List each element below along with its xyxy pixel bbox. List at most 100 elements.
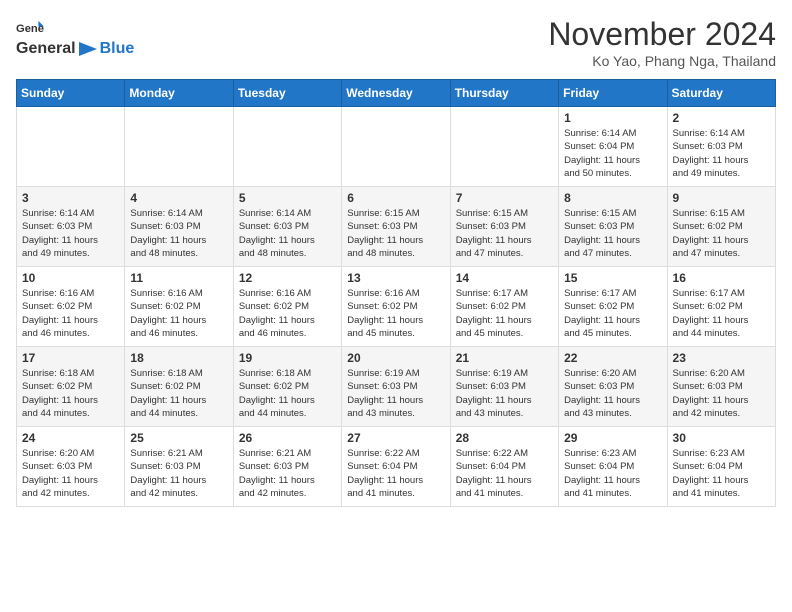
calendar-cell: 11Sunrise: 6:16 AM Sunset: 6:02 PM Dayli… (125, 267, 233, 347)
calendar-cell: 7 Sunrise: 6:15 AM Sunset: 6:03 PM Daylig… (450, 187, 558, 267)
day-number: 5 (239, 191, 336, 205)
calendar-week-row: 1 Sunrise: 6:14 AM Sunset: 6:04 PM Daylig… (17, 107, 776, 187)
calendar-week-row: 3 Sunrise: 6:14 AM Sunset: 6:03 PM Daylig… (17, 187, 776, 267)
day-info: Sunrise: 6:14 AM Sunset: 6:03 PM Dayligh… (239, 207, 336, 260)
day-info: Sunrise: 6:21 AM Sunset: 6:03 PM Dayligh… (239, 447, 336, 500)
day-info: Sunrise: 6:15 AM Sunset: 6:03 PM Dayligh… (347, 207, 444, 260)
weekday-header: Wednesday (342, 80, 450, 107)
day-info: Sunrise: 6:17 AM Sunset: 6:02 PM Dayligh… (564, 287, 661, 340)
day-info: Sunrise: 6:17 AM Sunset: 6:02 PM Dayligh… (456, 287, 553, 340)
calendar-cell: 6 Sunrise: 6:15 AM Sunset: 6:03 PM Daylig… (342, 187, 450, 267)
day-number: 3 (22, 191, 119, 205)
day-info: Sunrise: 6:18 AM Sunset: 6:02 PM Dayligh… (22, 367, 119, 420)
day-info: Sunrise: 6:15 AM Sunset: 6:03 PM Dayligh… (456, 207, 553, 260)
calendar-cell (342, 107, 450, 187)
day-number: 25 (130, 431, 227, 445)
calendar-cell: 26 Sunrise: 6:21 AM Sunset: 6:03 PM Dayli… (233, 427, 341, 507)
day-number: 9 (673, 191, 770, 205)
calendar-table: SundayMondayTuesdayWednesdayThursdayFrid… (16, 79, 776, 507)
day-info: Sunrise: 6:16 AM Sunset: 6:02 PM Dayligh… (239, 287, 336, 340)
day-number: 21 (456, 351, 553, 365)
weekday-header: Saturday (667, 80, 775, 107)
calendar-cell: 19 Sunrise: 6:18 AM Sunset: 6:02 PM Dayli… (233, 347, 341, 427)
day-number: 4 (130, 191, 227, 205)
calendar-cell: 21 Sunrise: 6:19 AM Sunset: 6:03 PM Dayli… (450, 347, 558, 427)
calendar-cell: 5 Sunrise: 6:14 AM Sunset: 6:03 PM Daylig… (233, 187, 341, 267)
day-info: Sunrise: 6:20 AM Sunset: 6:03 PM Dayligh… (22, 447, 119, 500)
calendar-cell: 1 Sunrise: 6:14 AM Sunset: 6:04 PM Daylig… (559, 107, 667, 187)
weekday-header: Sunday (17, 80, 125, 107)
calendar-cell: 27 Sunrise: 6:22 AM Sunset: 6:04 PM Dayli… (342, 427, 450, 507)
location: Ko Yao, Phang Nga, Thailand (548, 53, 776, 69)
day-number: 28 (456, 431, 553, 445)
calendar-cell: 2 Sunrise: 6:14 AM Sunset: 6:03 PM Daylig… (667, 107, 775, 187)
calendar-cell: 4 Sunrise: 6:14 AM Sunset: 6:03 PM Daylig… (125, 187, 233, 267)
calendar-cell: 28 Sunrise: 6:22 AM Sunset: 6:04 PM Dayli… (450, 427, 558, 507)
day-info: Sunrise: 6:15 AM Sunset: 6:03 PM Dayligh… (564, 207, 661, 260)
weekday-header: Thursday (450, 80, 558, 107)
logo: General General Blue (16, 16, 134, 58)
day-info: Sunrise: 6:14 AM Sunset: 6:03 PM Dayligh… (22, 207, 119, 260)
day-number: 13 (347, 271, 444, 285)
calendar-cell: 25 Sunrise: 6:21 AM Sunset: 6:03 PM Dayli… (125, 427, 233, 507)
calendar-cell: 13Sunrise: 6:16 AM Sunset: 6:02 PM Dayli… (342, 267, 450, 347)
month-year: November 2024 (548, 16, 776, 53)
day-info: Sunrise: 6:14 AM Sunset: 6:03 PM Dayligh… (130, 207, 227, 260)
day-info: Sunrise: 6:18 AM Sunset: 6:02 PM Dayligh… (130, 367, 227, 420)
day-number: 30 (673, 431, 770, 445)
day-number: 12 (239, 271, 336, 285)
logo-general: General (16, 40, 76, 58)
calendar-cell: 3 Sunrise: 6:14 AM Sunset: 6:03 PM Daylig… (17, 187, 125, 267)
calendar-cell: 9Sunrise: 6:15 AM Sunset: 6:02 PM Daylig… (667, 187, 775, 267)
day-number: 26 (239, 431, 336, 445)
day-info: Sunrise: 6:20 AM Sunset: 6:03 PM Dayligh… (564, 367, 661, 420)
calendar-cell (233, 107, 341, 187)
calendar-cell (125, 107, 233, 187)
calendar-cell: 23Sunrise: 6:20 AM Sunset: 6:03 PM Dayli… (667, 347, 775, 427)
day-number: 19 (239, 351, 336, 365)
calendar-cell: 12 Sunrise: 6:16 AM Sunset: 6:02 PM Dayli… (233, 267, 341, 347)
day-number: 29 (564, 431, 661, 445)
calendar-cell: 14 Sunrise: 6:17 AM Sunset: 6:02 PM Dayli… (450, 267, 558, 347)
logo-blue: Blue (100, 40, 135, 58)
day-info: Sunrise: 6:23 AM Sunset: 6:04 PM Dayligh… (564, 447, 661, 500)
title-area: November 2024 Ko Yao, Phang Nga, Thailan… (548, 16, 776, 69)
day-number: 2 (673, 111, 770, 125)
day-number: 23 (673, 351, 770, 365)
day-info: Sunrise: 6:14 AM Sunset: 6:04 PM Dayligh… (564, 127, 661, 180)
day-number: 6 (347, 191, 444, 205)
calendar-cell: 10Sunrise: 6:16 AM Sunset: 6:02 PM Dayli… (17, 267, 125, 347)
day-number: 14 (456, 271, 553, 285)
weekday-header: Tuesday (233, 80, 341, 107)
day-number: 10 (22, 271, 119, 285)
calendar-cell: 20Sunrise: 6:19 AM Sunset: 6:03 PM Dayli… (342, 347, 450, 427)
day-number: 27 (347, 431, 444, 445)
day-info: Sunrise: 6:18 AM Sunset: 6:02 PM Dayligh… (239, 367, 336, 420)
weekday-header: Monday (125, 80, 233, 107)
calendar-week-row: 17Sunrise: 6:18 AM Sunset: 6:02 PM Dayli… (17, 347, 776, 427)
logo-flag-icon (77, 40, 99, 58)
day-info: Sunrise: 6:21 AM Sunset: 6:03 PM Dayligh… (130, 447, 227, 500)
calendar-cell: 22 Sunrise: 6:20 AM Sunset: 6:03 PM Dayli… (559, 347, 667, 427)
calendar-cell (17, 107, 125, 187)
day-info: Sunrise: 6:17 AM Sunset: 6:02 PM Dayligh… (673, 287, 770, 340)
day-info: Sunrise: 6:23 AM Sunset: 6:04 PM Dayligh… (673, 447, 770, 500)
calendar-cell: 24Sunrise: 6:20 AM Sunset: 6:03 PM Dayli… (17, 427, 125, 507)
day-number: 1 (564, 111, 661, 125)
day-info: Sunrise: 6:16 AM Sunset: 6:02 PM Dayligh… (130, 287, 227, 340)
day-number: 8 (564, 191, 661, 205)
day-info: Sunrise: 6:22 AM Sunset: 6:04 PM Dayligh… (456, 447, 553, 500)
day-number: 15 (564, 271, 661, 285)
calendar-cell: 18Sunrise: 6:18 AM Sunset: 6:02 PM Dayli… (125, 347, 233, 427)
calendar-header-row: SundayMondayTuesdayWednesdayThursdayFrid… (17, 80, 776, 107)
calendar-cell: 15 Sunrise: 6:17 AM Sunset: 6:02 PM Dayli… (559, 267, 667, 347)
day-number: 7 (456, 191, 553, 205)
calendar-week-row: 24Sunrise: 6:20 AM Sunset: 6:03 PM Dayli… (17, 427, 776, 507)
calendar-cell: 8 Sunrise: 6:15 AM Sunset: 6:03 PM Daylig… (559, 187, 667, 267)
day-number: 20 (347, 351, 444, 365)
day-info: Sunrise: 6:14 AM Sunset: 6:03 PM Dayligh… (673, 127, 770, 180)
day-info: Sunrise: 6:19 AM Sunset: 6:03 PM Dayligh… (456, 367, 553, 420)
day-number: 22 (564, 351, 661, 365)
day-info: Sunrise: 6:22 AM Sunset: 6:04 PM Dayligh… (347, 447, 444, 500)
page-header: General General Blue November 2024 Ko Ya… (16, 16, 776, 69)
